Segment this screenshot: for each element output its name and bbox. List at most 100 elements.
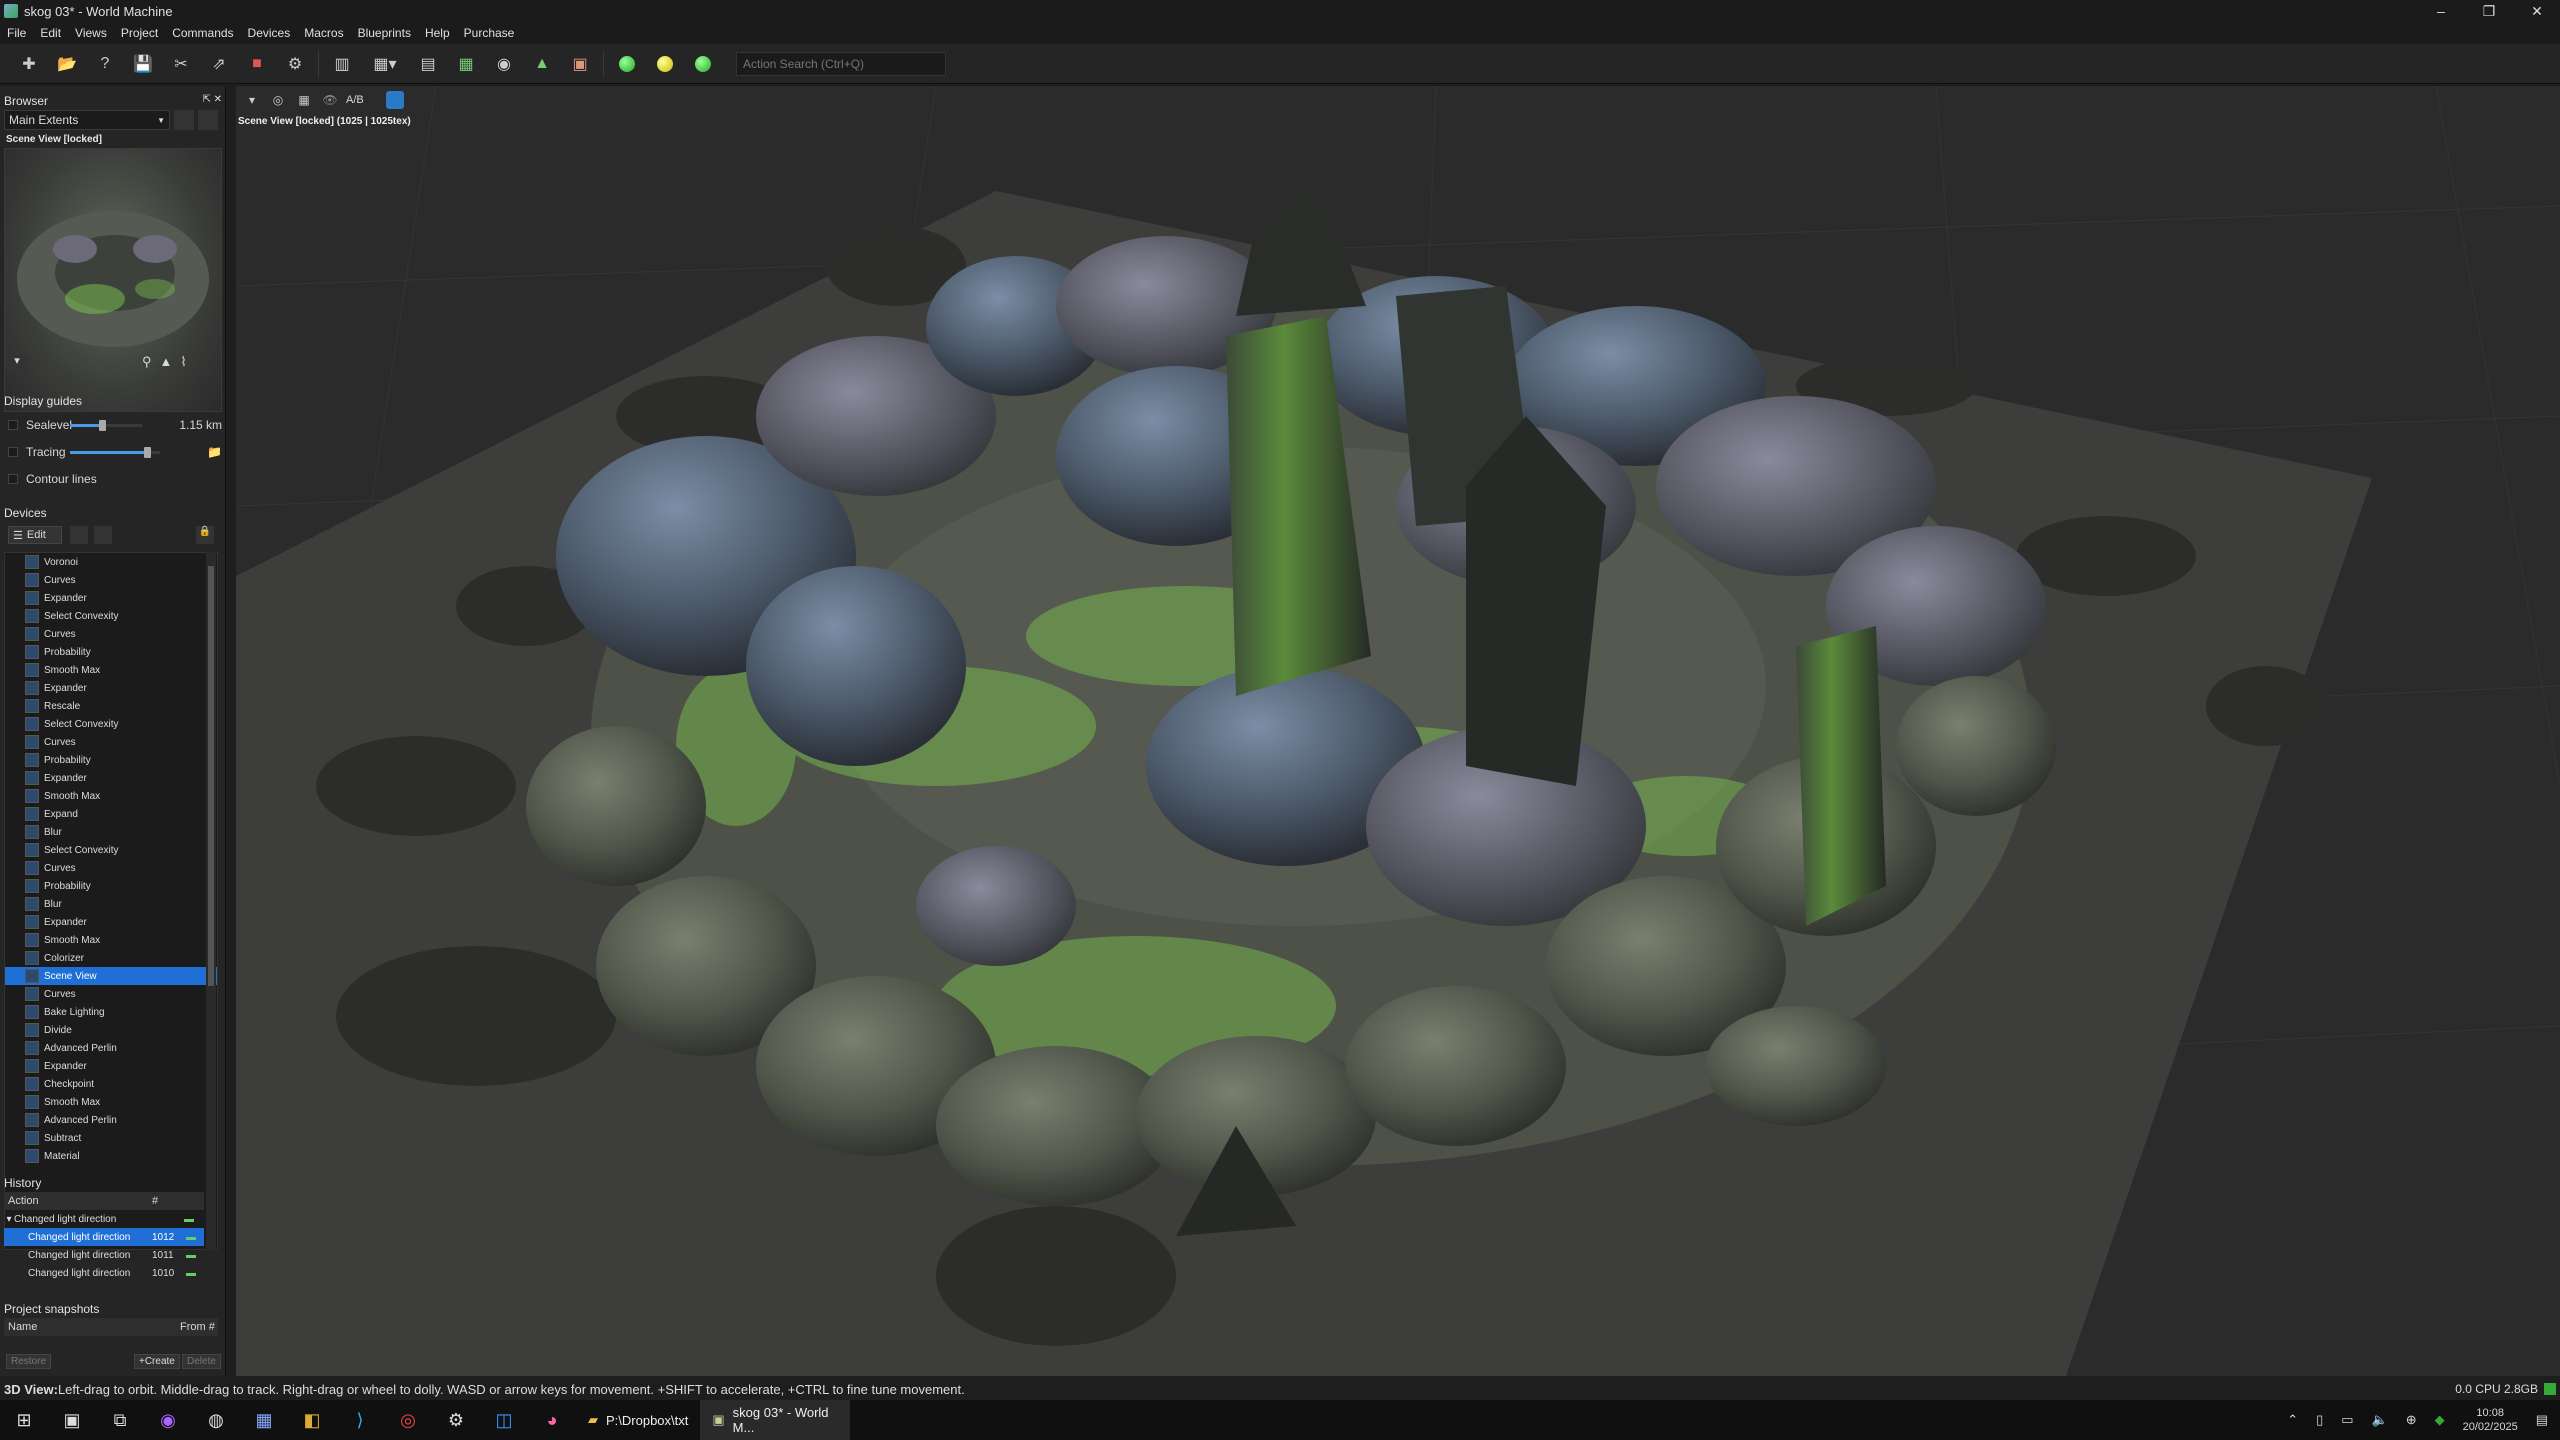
device-list-item[interactable]: Expander <box>5 679 217 697</box>
history-list[interactable]: Changed light direction 1012 ▬ Changed ligh… <box>4 1228 204 1280</box>
extents-dropdown[interactable]: Main Extents ▼ <box>4 110 170 130</box>
menu-project[interactable]: Project <box>114 26 165 40</box>
tray-security-icon[interactable]: ◆ <box>2435 1412 2445 1428</box>
taskbar-chrome-icon[interactable]: ◎ <box>384 1400 432 1440</box>
terrain-scene[interactable] <box>236 86 2560 1376</box>
tracing-folder-icon[interactable]: 📁 <box>207 445 222 459</box>
device-list-item[interactable]: Select Convexity <box>5 607 217 625</box>
eye-icon[interactable]: 👁 <box>320 90 340 110</box>
device-list-item[interactable]: Divide <box>5 1021 217 1039</box>
settings-icon[interactable]: ⚙ <box>280 50 310 78</box>
device-list-item[interactable]: Smooth Max <box>5 931 217 949</box>
device-list-item[interactable]: Bake Lighting <box>5 1003 217 1021</box>
device-list-item[interactable]: Advanced Perlin <box>5 1039 217 1057</box>
3d-viewport[interactable] <box>236 86 2560 1376</box>
device-list-item[interactable]: Select Convexity <box>5 715 217 733</box>
green-status-icon[interactable] <box>612 50 642 78</box>
yellow-status-icon[interactable] <box>650 50 680 78</box>
device-list-item[interactable]: Curves <box>5 625 217 643</box>
device-list-item[interactable]: Select Convexity <box>5 841 217 859</box>
thumbnail-menu-icon[interactable]: ▾ <box>6 354 28 372</box>
tray-network-icon[interactable]: ⊕ <box>2406 1412 2417 1428</box>
prev-extent-icon[interactable] <box>174 110 194 130</box>
device-list-item[interactable]: Probability <box>5 751 217 769</box>
tracing-slider[interactable] <box>70 446 160 458</box>
device-list-item[interactable]: Expander <box>5 769 217 787</box>
device-list-item[interactable]: Smooth Max <box>5 661 217 679</box>
device-list-item[interactable]: Probability <box>5 877 217 895</box>
taskbar-vscode-icon[interactable]: ⟩ <box>336 1400 384 1440</box>
close-button[interactable]: ✕ <box>2514 0 2560 22</box>
taskbar-app2-icon[interactable]: ⚙ <box>432 1400 480 1440</box>
menu-macros[interactable]: Macros <box>297 26 350 40</box>
green-build-icon[interactable] <box>688 50 718 78</box>
taskbar-calculator-icon[interactable]: ▦ <box>240 1400 288 1440</box>
menu-help[interactable]: Help <box>418 26 457 40</box>
delete-snapshot-button[interactable]: Delete <box>182 1354 221 1369</box>
menu-views[interactable]: Views <box>68 26 114 40</box>
panel-pin-icon[interactable]: ⇱ ✕ <box>202 94 222 108</box>
contour-checkbox[interactable] <box>8 474 18 484</box>
device-list-item[interactable]: Expander <box>5 913 217 931</box>
sealevel-checkbox[interactable] <box>8 420 18 430</box>
panel-layout-icon[interactable]: ▥ <box>327 50 357 78</box>
tracing-checkbox[interactable] <box>8 447 18 457</box>
action-search-input[interactable] <box>736 51 946 76</box>
terrain-view-icon[interactable]: ▲ <box>527 50 557 78</box>
taskbar-explorer-window[interactable]: ▰ P:\Dropbox\txt <box>576 1400 700 1440</box>
scene-thumbnail[interactable] <box>4 148 222 412</box>
save-icon[interactable]: 💾 <box>128 50 158 78</box>
3d-view-icon[interactable]: ◉ <box>489 50 519 78</box>
taskbar-app-icon[interactable]: ◉ <box>144 1400 192 1440</box>
device-list-item[interactable]: Colorizer <box>5 949 217 967</box>
history-group-row[interactable]: ▾ Changed light direction ▬ <box>4 1210 204 1228</box>
restore-button[interactable]: Restore <box>6 1354 52 1369</box>
device-list-item[interactable]: Advanced Perlin <box>5 1111 217 1129</box>
device-list-item[interactable]: Curves <box>5 571 217 589</box>
render-settings-icon[interactable]: ▦ <box>294 90 314 110</box>
tools-icon[interactable]: ✂ <box>166 50 196 78</box>
viewport-menu-icon[interactable]: ▾ <box>242 90 262 110</box>
device-list[interactable]: Voronoi Curves Expander Select Convexity Cur… <box>4 552 218 1250</box>
device-list-item[interactable]: Curves <box>5 859 217 877</box>
layout-view-icon[interactable]: ▦ <box>451 50 481 78</box>
device-list-item[interactable]: Smooth Max <box>5 1093 217 1111</box>
history-row[interactable]: Changed light direction 1012 ▬ <box>4 1228 204 1246</box>
device-list-item[interactable]: Blur <box>5 895 217 913</box>
start-windows-icon[interactable]: ⊞ <box>0 1400 48 1440</box>
device-list-item[interactable]: Expander <box>5 1057 217 1075</box>
taskbar-app3-icon[interactable]: ◫ <box>480 1400 528 1440</box>
tray-battery-icon[interactable]: ▭ <box>2341 1412 2353 1428</box>
device-list-item[interactable]: Smooth Max <box>5 787 217 805</box>
camera-icon[interactable]: ◎ <box>268 90 288 110</box>
taskbar-sticky-icon[interactable]: ◧ <box>288 1400 336 1440</box>
texture-view-icon[interactable]: ▣ <box>565 50 595 78</box>
lock-view-icon[interactable] <box>386 91 404 109</box>
menu-file[interactable]: File <box>0 26 33 40</box>
device-list-item[interactable]: Blur <box>5 823 217 841</box>
next-extent-icon[interactable] <box>198 110 218 130</box>
notification-icon[interactable]: ▤ <box>2536 1412 2548 1428</box>
tray-chevron-icon[interactable]: ⌃ <box>2287 1412 2298 1428</box>
taskbar-save-icon[interactable]: ▣ <box>48 1400 96 1440</box>
device-list-item[interactable]: Probability <box>5 643 217 661</box>
devices-edit-button[interactable]: ☰ Edit <box>8 526 62 544</box>
ab-compare-toggle[interactable]: A/B <box>346 94 380 106</box>
device-list-item[interactable]: Checkpoint <box>5 1075 217 1093</box>
thumbnail-tools-icon[interactable]: ⚲▲⌇ <box>142 354 195 370</box>
history-row[interactable]: Changed light direction 1011 ▬ <box>4 1246 204 1264</box>
device-view-icon[interactable]: ▤ <box>413 50 443 78</box>
sort-icon[interactable] <box>70 526 88 544</box>
tray-volume-icon[interactable]: 🔈 <box>2372 1412 2388 1428</box>
device-list-item[interactable]: Curves <box>5 985 217 1003</box>
open-folder-icon[interactable]: 📂 <box>52 50 82 78</box>
menu-blueprints[interactable]: Blueprints <box>351 26 418 40</box>
device-list-scrollbar[interactable] <box>206 552 216 1250</box>
minimize-button[interactable]: – <box>2418 0 2464 22</box>
taskbar-worldmachine-window[interactable]: ▣ skog 03* - World M... <box>700 1400 851 1440</box>
maximize-button[interactable]: ❐ <box>2466 0 2512 22</box>
help-icon[interactable]: ? <box>90 50 120 78</box>
tray-device-icon[interactable]: ▯ <box>2316 1412 2323 1428</box>
taskbar-obs-icon[interactable]: ◍ <box>192 1400 240 1440</box>
device-list-item[interactable]: Voronoi <box>5 553 217 571</box>
